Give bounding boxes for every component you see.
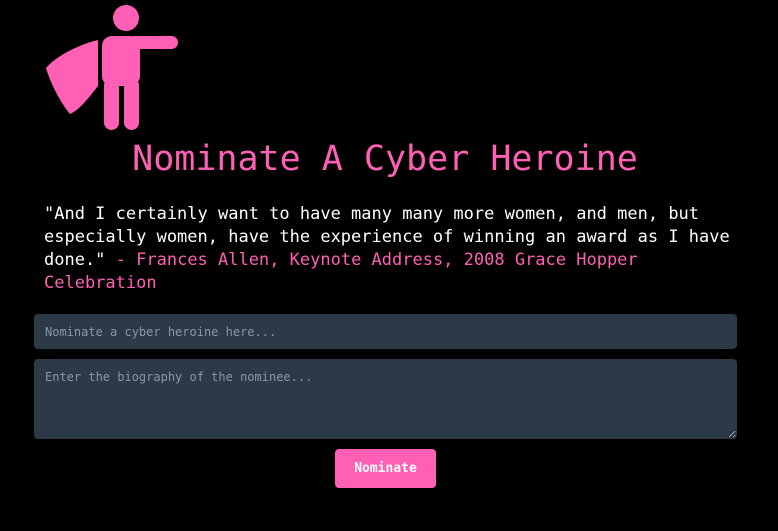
nominee-biography-textarea[interactable] — [34, 359, 737, 439]
page-title: Nominate A Cyber Heroine — [132, 139, 638, 179]
quote-separator: - — [105, 250, 137, 270]
nominee-name-input[interactable] — [34, 314, 737, 349]
nominate-button[interactable]: Nominate — [335, 449, 436, 488]
quote-block: "And I certainly want to have many many … — [44, 203, 744, 295]
hero-logo-icon — [40, 2, 182, 132]
